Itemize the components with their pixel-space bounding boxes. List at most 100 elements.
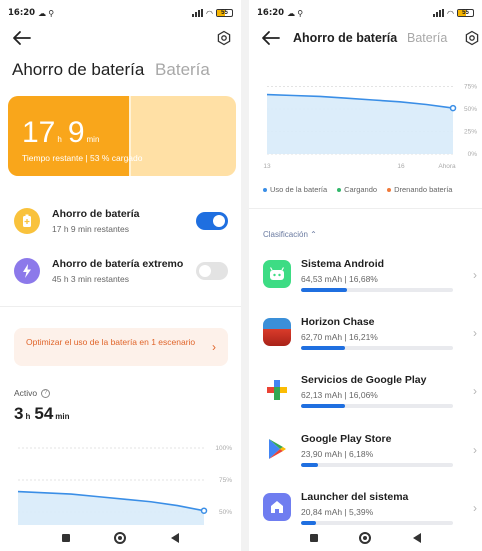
chart-legend: Uso de la batería Cargando Drenando bate… — [263, 185, 478, 194]
app-row-google-play-services[interactable]: Servicios de Google Play 62,13 mAh | 16,… — [263, 370, 477, 418]
chevron-right-icon: › — [473, 268, 477, 282]
home-button[interactable] — [359, 532, 372, 544]
page-title[interactable]: Ahorro de batería — [293, 31, 397, 45]
active-label: Activo — [14, 388, 38, 398]
usage-bar — [301, 404, 453, 408]
usage-area — [267, 94, 453, 154]
battery-saver-toggle[interactable] — [196, 212, 228, 230]
x-tick-label: 16 — [397, 163, 405, 170]
tab-battery[interactable]: Batería — [155, 60, 210, 79]
extreme-saver-row[interactable]: Ahorro de batería extremo 45 h 3 min res… — [14, 256, 228, 290]
divider — [249, 208, 482, 209]
y-tick-label: 50% — [464, 106, 477, 113]
battery-plus-icon — [14, 208, 40, 234]
extreme-saver-toggle[interactable] — [196, 262, 228, 280]
home-button[interactable] — [114, 532, 127, 544]
home-launcher-icon — [263, 493, 291, 521]
signal-icon — [433, 9, 445, 17]
battery-level-chart: 100% 75% 50% — [17, 445, 232, 526]
usage-bar — [301, 463, 453, 467]
status-bar: 16:20 ☁ ⚲ ◠ 55 — [8, 6, 233, 20]
sort-dropdown[interactable]: Clasificación ⌃ — [263, 230, 317, 239]
y-tick-label: 0% — [468, 151, 478, 158]
google-play-services-icon — [263, 376, 291, 404]
active-time: 3 h 54 min — [14, 404, 70, 423]
extreme-saver-title: Ahorro de batería extremo — [52, 258, 184, 270]
app-name: Servicios de Google Play — [301, 374, 427, 386]
app-stat: 62,70 mAh | 16,21% — [301, 332, 378, 342]
x-tick-label: 13 — [263, 163, 271, 170]
app-stat: 20,84 mAh | 5,39% — [301, 507, 374, 517]
chevron-right-icon: › — [473, 326, 477, 340]
active-label-row: Activo ? — [14, 388, 51, 398]
battery-saver-subtitle: 17 h 9 min restantes — [52, 224, 130, 234]
cloud-icon: ☁ ⚲ — [287, 8, 304, 18]
divider — [0, 306, 241, 307]
signal-icon — [192, 9, 204, 17]
legend-usage: Uso de la batería — [263, 185, 327, 194]
legend-charging: Cargando — [337, 185, 377, 194]
lightning-icon — [14, 258, 40, 284]
status-time: 16:20 — [8, 8, 36, 18]
tab-battery[interactable]: Batería — [407, 31, 447, 45]
battery-saver-title: Ahorro de batería — [52, 208, 140, 220]
usage-area — [18, 491, 204, 526]
app-name: Google Play Store — [301, 433, 392, 445]
settings-gear-icon[interactable] — [464, 30, 480, 46]
extreme-saver-subtitle: 45 h 3 min restantes — [52, 274, 130, 284]
app-row-horizon-chase[interactable]: Horizon Chase 62,70 mAh | 16,21% › — [263, 312, 477, 360]
y-tick-label: 75% — [219, 477, 232, 484]
usage-bar — [301, 346, 453, 350]
app-name: Horizon Chase — [301, 316, 375, 328]
y-tick-label: 50% — [219, 509, 232, 516]
battery-icon: 55 — [216, 9, 233, 17]
app-stat: 64,53 mAh | 16,68% — [301, 274, 378, 284]
status-time: 16:20 — [257, 8, 285, 18]
battery-usage-chart: 75% 50% 25% 0% 13 16 Ahora — [263, 84, 478, 171]
app-row-sistema-android[interactable]: Sistema Android 64,53 mAh | 16,68% › — [263, 254, 477, 302]
recents-button[interactable] — [62, 534, 71, 542]
android-icon — [263, 260, 291, 288]
help-icon[interactable]: ? — [41, 388, 51, 398]
y-tick-label: 100% — [215, 445, 232, 452]
legend-draining: Drenando batería — [387, 185, 452, 194]
battery-saver-row[interactable]: Ahorro de batería 17 h 9 min restantes — [14, 206, 228, 240]
recents-button[interactable] — [309, 534, 318, 542]
tabs: Ahorro de batería Batería — [12, 60, 210, 80]
remaining-time: 17 h 9 min — [22, 116, 100, 149]
chevron-right-icon: › — [473, 384, 477, 398]
google-play-store-icon — [263, 435, 291, 463]
navigation-bar — [0, 525, 241, 551]
optimize-text: Optimizar el uso de la batería en 1 esce… — [26, 337, 196, 347]
chevron-right-icon: › — [212, 340, 216, 354]
y-tick-label: 75% — [464, 84, 477, 91]
usage-bar — [301, 288, 453, 292]
horizon-chase-icon — [263, 318, 291, 346]
back-button[interactable] — [170, 533, 179, 543]
back-arrow-icon[interactable] — [261, 30, 281, 46]
battery-saver-screen-left: 16:20 ☁ ⚲ ◠ 55 Ahorro de batería Batería… — [0, 0, 241, 551]
back-arrow-icon[interactable] — [12, 30, 32, 46]
navigation-bar — [249, 525, 482, 551]
x-tick-label: Ahora — [438, 163, 456, 170]
remaining-time-card: 17 h 9 min Tiempo restante | 53 % cargado — [8, 96, 236, 176]
back-button[interactable] — [413, 533, 422, 543]
current-point — [449, 104, 457, 112]
app-name: Sistema Android — [301, 258, 385, 270]
wifi-icon: ◠ — [447, 8, 454, 18]
wifi-icon: ◠ — [206, 8, 213, 18]
tab-battery-saver[interactable]: Ahorro de batería — [12, 60, 144, 79]
app-stat: 23,90 mAh | 6,18% — [301, 449, 374, 459]
app-row-google-play-store[interactable]: Google Play Store 23,90 mAh | 6,18% › — [263, 429, 477, 477]
app-name: Launcher del sistema — [301, 491, 409, 503]
chevron-right-icon: › — [473, 501, 477, 515]
cloud-icon: ☁ ⚲ — [38, 8, 55, 18]
remaining-time-subtitle: Tiempo restante | 53 % cargado — [22, 153, 143, 163]
battery-saver-screen-right: 16:20 ☁ ⚲ ◠ 55 Ahorro de batería Batería… — [249, 0, 482, 551]
y-tick-label: 25% — [464, 129, 477, 136]
optimize-banner[interactable]: Optimizar el uso de la batería en 1 esce… — [14, 328, 228, 366]
battery-icon: 55 — [457, 9, 474, 17]
settings-gear-icon[interactable] — [216, 30, 232, 46]
chevron-right-icon: › — [473, 443, 477, 457]
current-point — [200, 507, 208, 514]
